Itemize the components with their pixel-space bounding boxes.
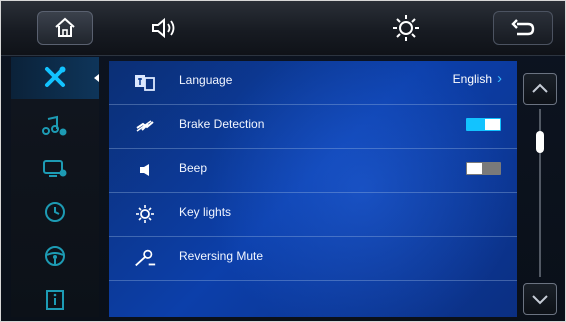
settings-tools-icon bbox=[45, 66, 66, 87]
beep-setting-row[interactable]: Beep bbox=[109, 149, 517, 193]
reversing-mute-setting-row[interactable]: Reversing Mute bbox=[109, 237, 517, 281]
active-indicator bbox=[94, 74, 99, 82]
beep-label: Beep bbox=[179, 161, 208, 175]
brightness-button[interactable] bbox=[386, 11, 426, 45]
scroll-up-button[interactable] bbox=[523, 73, 557, 105]
key-lights-label: Key lights bbox=[179, 205, 232, 219]
beep-icon bbox=[133, 160, 157, 180]
scroll-controls bbox=[523, 61, 559, 317]
display-settings-icon bbox=[43, 160, 67, 177]
back-icon bbox=[511, 19, 535, 36]
top-bar bbox=[1, 1, 565, 56]
sidebar-item-display[interactable] bbox=[11, 147, 99, 189]
settings-list: Language English › Brake Detection Beep … bbox=[109, 61, 517, 317]
language-icon bbox=[133, 72, 157, 92]
language-value[interactable]: English › bbox=[452, 70, 502, 87]
sidebar-item-audio[interactable] bbox=[11, 105, 99, 147]
sidebar bbox=[11, 57, 99, 317]
chevron-right-icon: › bbox=[497, 70, 502, 87]
volume-button[interactable] bbox=[144, 13, 184, 43]
brake-detection-toggle[interactable] bbox=[466, 118, 501, 131]
reversing-mute-icon bbox=[133, 248, 157, 268]
brake-detection-icon bbox=[133, 116, 157, 136]
home-button[interactable] bbox=[37, 11, 93, 45]
audio-settings-icon bbox=[42, 115, 67, 136]
sidebar-item-steering-wheel[interactable] bbox=[11, 235, 99, 277]
clock-icon bbox=[45, 202, 65, 222]
info-icon bbox=[46, 290, 64, 310]
chevron-up-icon bbox=[532, 83, 548, 93]
sidebar-item-general-settings[interactable] bbox=[11, 57, 99, 99]
brake-detection-setting-row[interactable]: Brake Detection bbox=[109, 105, 517, 149]
scroll-thumb[interactable] bbox=[536, 131, 544, 153]
sidebar-item-info[interactable] bbox=[11, 279, 99, 321]
sidebar-item-clock[interactable] bbox=[11, 191, 99, 233]
settings-screen: Language English › Brake Detection Beep … bbox=[0, 0, 566, 322]
key-lights-setting-row[interactable]: Key lights bbox=[109, 193, 517, 237]
chevron-down-icon bbox=[532, 295, 548, 305]
volume-icon bbox=[152, 17, 175, 39]
brake-detection-label: Brake Detection bbox=[179, 117, 265, 131]
language-setting-row[interactable]: Language English › bbox=[109, 61, 517, 105]
steering-wheel-icon bbox=[45, 246, 65, 266]
scroll-down-button[interactable] bbox=[523, 283, 557, 315]
home-icon bbox=[55, 17, 75, 37]
brightness-icon bbox=[393, 15, 419, 41]
language-current-value: English bbox=[452, 72, 492, 86]
toggle-knob bbox=[467, 163, 482, 174]
key-lights-icon bbox=[133, 204, 157, 224]
toggle-knob bbox=[485, 119, 500, 130]
language-label: Language bbox=[179, 73, 233, 87]
beep-toggle[interactable] bbox=[466, 162, 501, 175]
reversing-mute-label: Reversing Mute bbox=[179, 249, 264, 263]
back-button[interactable] bbox=[493, 11, 553, 45]
